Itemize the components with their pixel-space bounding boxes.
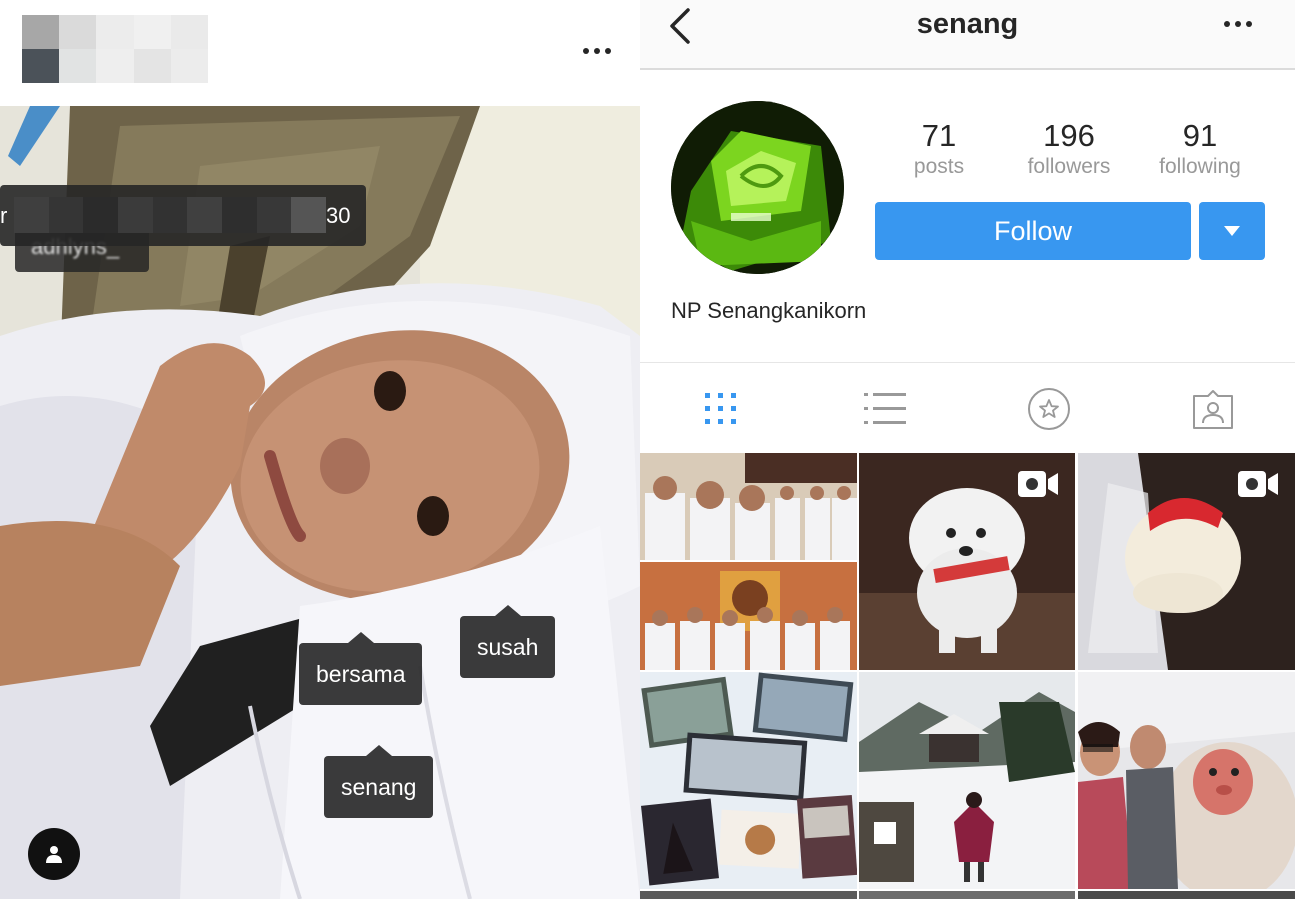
stat-followers[interactable]: 196 followers — [1004, 118, 1134, 180]
tagged-user-icon — [1193, 390, 1233, 429]
profile-panel: senang 71 posts 196 followers 91 followi… — [640, 0, 1295, 899]
profile-username-title: senang — [916, 8, 1019, 40]
tag-susah[interactable]: susah — [460, 605, 556, 678]
stat-following[interactable]: 91 following — [1135, 118, 1265, 180]
tag-label: bersama — [316, 661, 406, 687]
stat-followers-label: followers — [1027, 155, 1111, 178]
suggestions-dropdown-button[interactable] — [1199, 202, 1265, 260]
tag-label: senang — [341, 774, 417, 800]
profile-nav-bar: senang — [640, 0, 1295, 70]
grid-video-white-dog[interactable] — [859, 453, 1075, 670]
tab-list[interactable] — [861, 385, 909, 433]
grid-photo-partial[interactable] — [640, 891, 857, 899]
grid-photo-snow-monkey[interactable] — [1078, 672, 1295, 889]
grid-video-dog-red-coat[interactable] — [1078, 453, 1295, 670]
pixelated-username-avatar[interactable] — [22, 15, 208, 83]
grid-photo-uniform-group[interactable] — [640, 453, 857, 670]
post-photo[interactable]: adhlyns_ r 30 susah bersama senang — [0, 106, 640, 899]
tag-senang[interactable]: senang — [324, 745, 434, 818]
profile-tab-bar — [640, 362, 1295, 452]
caret-down-icon — [1224, 226, 1240, 236]
tab-saved[interactable] — [1025, 385, 1073, 433]
stat-posts: 71 posts — [874, 118, 1004, 180]
grid-photo-collage[interactable] — [640, 672, 857, 889]
pixelation-overlay — [14, 197, 327, 233]
stat-following-value: 91 — [1182, 118, 1218, 153]
grid-photo-partial[interactable] — [1078, 891, 1295, 899]
tab-grid[interactable] — [697, 385, 745, 433]
stat-posts-value: 71 — [921, 118, 957, 153]
post-header — [0, 0, 640, 106]
ellipsis-icon[interactable] — [1224, 21, 1252, 27]
stat-following-label: following — [1159, 155, 1241, 178]
stat-posts-label: posts — [913, 155, 965, 178]
follow-button[interactable]: Follow — [875, 202, 1191, 260]
grid-photo-partial[interactable] — [859, 891, 1075, 899]
tab-tagged[interactable] — [1189, 385, 1237, 433]
photo-grid — [640, 453, 1295, 899]
video-icon — [1018, 471, 1058, 497]
tag-bersama[interactable]: bersama — [299, 632, 423, 705]
obscured-tag-bar[interactable]: r 30 — [0, 185, 366, 246]
tag-label: susah — [477, 634, 539, 660]
stat-followers-value: 196 — [1043, 118, 1095, 153]
profile-avatar[interactable] — [671, 101, 844, 274]
grid-photo-snow-village[interactable] — [859, 672, 1075, 889]
star-icon — [1028, 388, 1070, 430]
ellipsis-icon[interactable] — [583, 48, 611, 54]
obscured-tag-right-fragment: 30 — [326, 203, 351, 228]
list-icon — [864, 393, 906, 424]
post-panel: adhlyns_ r 30 susah bersama senang — [0, 0, 640, 899]
grid-icon — [705, 393, 736, 424]
user-icon[interactable] — [28, 828, 80, 880]
profile-full-name: NP Senangkanikorn — [671, 298, 867, 323]
video-icon — [1238, 471, 1278, 497]
obscured-tag-left-fragment: r — [0, 203, 8, 228]
